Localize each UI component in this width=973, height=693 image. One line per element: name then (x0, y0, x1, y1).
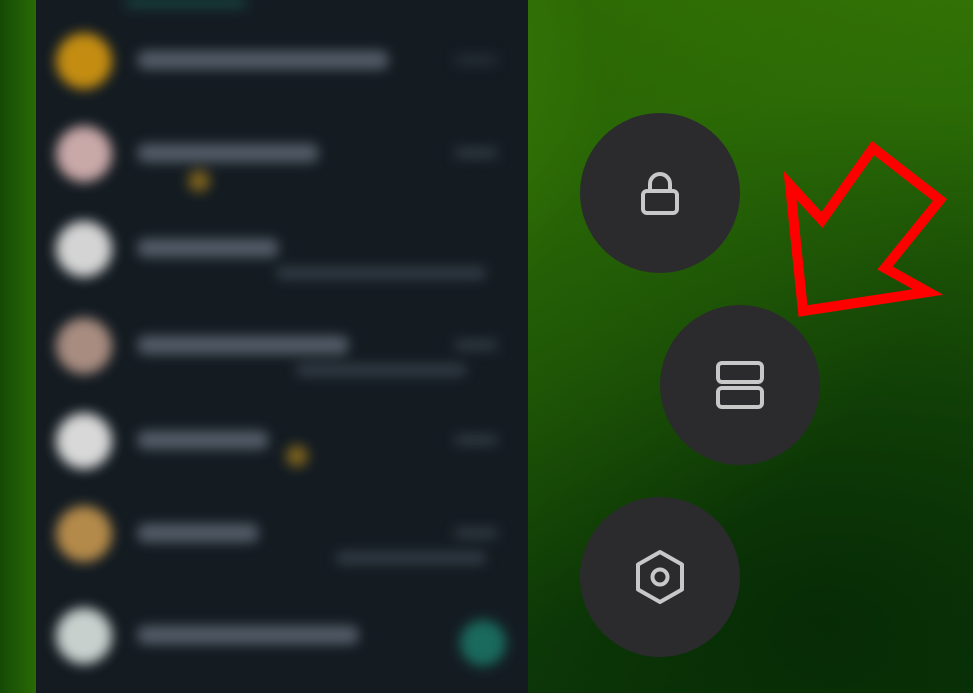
status-badge (188, 170, 210, 192)
list-item (36, 300, 528, 390)
split-screen-icon (716, 361, 764, 409)
recent-app-card[interactable] (36, 0, 528, 693)
list-item-title (138, 431, 268, 449)
list-item-title (138, 524, 258, 542)
list-item (36, 15, 528, 105)
avatar (56, 506, 112, 562)
list-item-time (454, 55, 498, 65)
avatar (56, 126, 112, 182)
avatar (56, 221, 112, 277)
app-settings-button[interactable] (580, 497, 740, 657)
app-header-strip (126, 0, 246, 6)
list-item-time (454, 435, 498, 445)
avatar (56, 413, 112, 469)
unread-indicator (460, 620, 506, 666)
list-item (36, 203, 528, 293)
red-arrow-icon (783, 140, 948, 317)
list-item-title (138, 51, 388, 69)
avatar (56, 33, 112, 89)
list-item (36, 590, 528, 680)
status-badge (286, 445, 308, 467)
blurred-chat-list (36, 0, 528, 693)
lock-icon (641, 172, 679, 215)
list-item (36, 488, 528, 578)
list-item-title (138, 239, 278, 257)
settings-hexagon-icon (636, 550, 684, 604)
list-item-title (138, 626, 358, 644)
list-item (36, 395, 528, 485)
list-item-snippet (336, 552, 486, 564)
list-item-time (454, 148, 498, 158)
list-item-title (138, 336, 348, 354)
list-item-time (454, 340, 498, 350)
list-item-snippet (296, 364, 466, 376)
avatar (56, 318, 112, 374)
lock-app-button[interactable] (580, 113, 740, 273)
list-item (36, 108, 528, 198)
wallpaper-left-edge (0, 0, 36, 693)
list-item-title (138, 144, 318, 162)
avatar (56, 608, 112, 664)
list-item-snippet (276, 267, 486, 279)
list-item-time (454, 528, 498, 538)
